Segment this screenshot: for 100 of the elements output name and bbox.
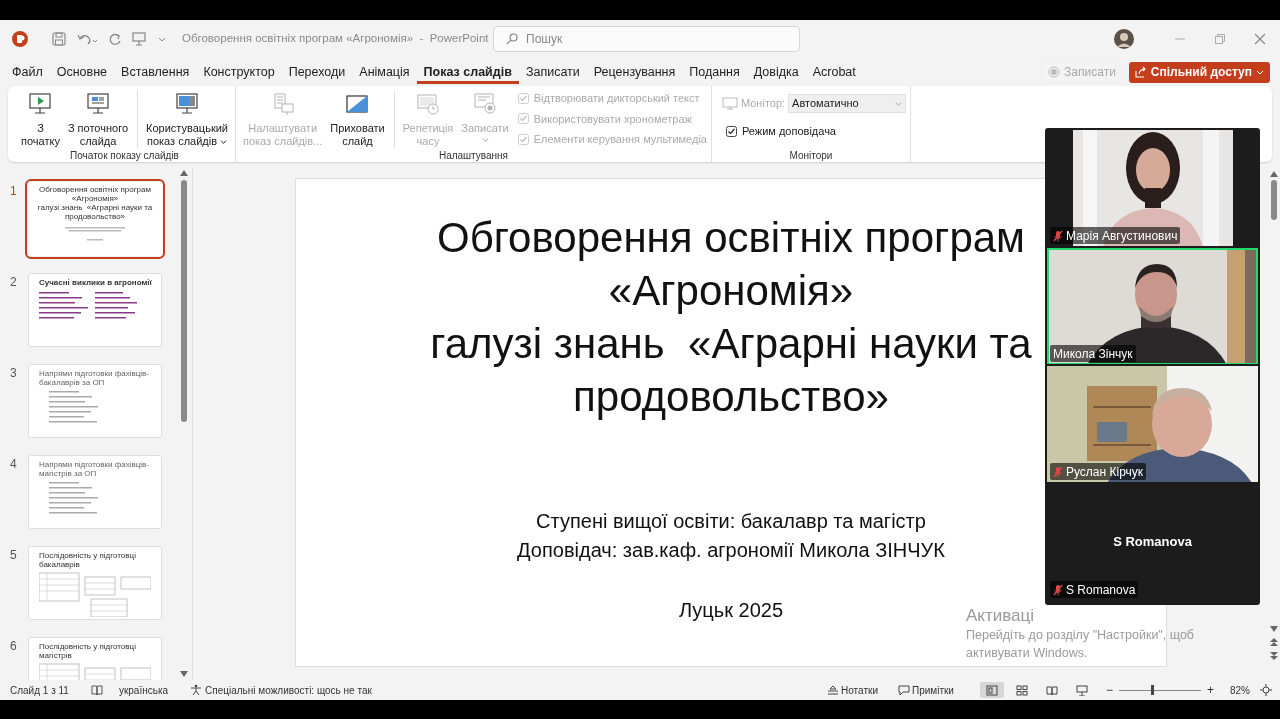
- slide-subtitle: Ступені вищої освіти: бакалавр та магістр Доповідач: зав.каф. агрономії Микола ЗІНЧУК: [517, 509, 945, 563]
- ribbon-button-icon: [85, 92, 111, 116]
- slide-counter: Слайд 1 з 11: [10, 683, 69, 698]
- slide-number: 4: [9, 456, 18, 473]
- undo-icon[interactable]: [76, 32, 98, 46]
- zoom-slider[interactable]: [1118, 684, 1201, 696]
- participant-name: Руслан Кірчук: [1066, 463, 1144, 481]
- monitor-icon: [721, 97, 738, 110]
- spellcheck-icon[interactable]: [90, 684, 103, 696]
- ribbon-group-label: Монітори: [788, 149, 834, 162]
- previous-slide-icon[interactable]: [1270, 637, 1278, 647]
- language-button[interactable]: українська: [118, 682, 169, 698]
- scroll-down-arrow-icon[interactable]: [1270, 626, 1278, 632]
- search-field[interactable]: Пошук: [493, 26, 800, 52]
- ribbon-button[interactable]: З поточного слайда: [64, 90, 132, 148]
- record-icon: [1048, 66, 1061, 78]
- caret-icon: [894, 100, 902, 107]
- ribbon-button[interactable]: З початку: [18, 90, 63, 148]
- next-slide-icon[interactable]: [1270, 651, 1278, 661]
- ribbon-button[interactable]: Користувацький показ слайдів: [137, 90, 231, 148]
- thumbnail-title: Послідовність у підготовці бакалаврів: [39, 551, 137, 569]
- scrollbar-thumb[interactable]: [181, 180, 187, 422]
- comments-button[interactable]: Примітки: [897, 682, 954, 698]
- slide-footer: Луцьк 2025: [679, 595, 783, 625]
- ribbon-tab[interactable]: Записати: [518, 60, 587, 84]
- ribbon-tab[interactable]: Конструктор: [196, 60, 282, 84]
- activation-message: Перейдіть до розділу "Настройки", щоб активувати Windows.: [966, 627, 1194, 662]
- slide-thumbnail[interactable]: Напрями підготовки фахівців-бакалаврів за ОП: [28, 364, 162, 438]
- ribbon-tab[interactable]: Файл: [5, 60, 50, 84]
- ribbon-group-label: Налаштування: [437, 149, 510, 162]
- thumbnail-text-drawing: [49, 391, 99, 423]
- slide-thumbnail[interactable]: Обговорення освітніх програм «Агрономія» галузі знань «Аграрні науки та продовольство»: [28, 182, 162, 256]
- close-icon[interactable]: [1254, 33, 1266, 45]
- thumbnail-title: Напрями підготовки фахівців-бакалаврів за ОП: [39, 369, 151, 387]
- window-title: Обговорення освітніх програм «Агрономія» - PowerPoint: [182, 31, 489, 47]
- notes-button[interactable]: Нотатки: [827, 682, 878, 698]
- ribbon-tab[interactable]: Вставлення: [114, 60, 197, 84]
- normal-view-icon: [985, 684, 998, 696]
- ribbon-group-label: Початок показу слайдів: [69, 149, 180, 162]
- scroll-up-arrow-icon[interactable]: [1270, 171, 1278, 177]
- comment-icon: [897, 684, 910, 696]
- thumbnail-title: Послідовність у підготовці магістрів: [39, 642, 137, 660]
- ribbon-button-icon: [344, 92, 371, 116]
- ribbon-tab[interactable]: Основне: [49, 60, 115, 84]
- save-icon[interactable]: [52, 32, 66, 46]
- slideshow-icon: [1075, 684, 1088, 696]
- slide-title: Обговорення освітніх програм «Агрономія» галузі знань «Аграрні науки та продовольство»: [430, 213, 1032, 422]
- app-logo-icon: [12, 31, 28, 47]
- slide-thumbnail[interactable]: Послідовність у підготовці бакалаврів: [28, 546, 162, 620]
- accessibility-button[interactable]: Спеціальні можливості: щось не так: [190, 682, 372, 698]
- thumbnail-title: Сучасні виклики в агрономії: [39, 278, 153, 287]
- participant-name: Марія Августинович: [1066, 227, 1178, 245]
- ribbon-tab[interactable]: Анімація: [352, 60, 417, 84]
- ribbon-tab[interactable]: Acrobat: [805, 60, 863, 84]
- activation-title: Активаці: [966, 606, 1036, 626]
- ribbon-tab[interactable]: Довідка: [746, 60, 806, 84]
- thumbnail-title: Напрями підготовки фахівців-магістрів за ОП: [39, 460, 151, 478]
- ribbon-tab[interactable]: Рецензування: [586, 60, 683, 84]
- fit-to-window-icon[interactable]: [1260, 684, 1272, 696]
- thumbnail-text-drawing: [49, 482, 99, 514]
- scroll-up-arrow-icon[interactable]: [180, 170, 188, 176]
- slide-thumbnail[interactable]: Послідовність у підготовці магістрів: [28, 637, 162, 680]
- scroll-down-arrow-icon[interactable]: [180, 671, 188, 677]
- ribbon-tab[interactable]: Подання: [682, 60, 747, 84]
- redo-icon[interactable]: [108, 32, 122, 46]
- slide-thumbnail[interactable]: Сучасні виклики в агрономії: [28, 273, 162, 347]
- ribbon-button-icon: [27, 92, 54, 116]
- notes-icon: [827, 685, 840, 695]
- ribbon-button-icon: [174, 92, 200, 116]
- zoom-in-button[interactable]: +: [1206, 681, 1214, 699]
- zoom-slider-thumb[interactable]: [1150, 685, 1154, 695]
- ribbon-button-icon: [415, 92, 441, 116]
- slide-number: 5: [9, 547, 18, 564]
- participant-name: Микола Зінчук: [1053, 345, 1133, 363]
- slide-number: 3: [9, 365, 18, 382]
- participant-name: S Romanova: [1066, 581, 1136, 599]
- zoom-out-button[interactable]: −: [1105, 681, 1113, 699]
- avatar-icon[interactable]: [1114, 29, 1134, 49]
- scrollbar-thumb[interactable]: [1271, 180, 1277, 220]
- ribbon-button[interactable]: Приховати слайд: [327, 90, 388, 148]
- participant-name: S Romanova: [1113, 533, 1192, 552]
- customize-caret-icon[interactable]: [158, 35, 166, 43]
- ribbon-checkbox[interactable]: Режим доповідача: [725, 123, 906, 140]
- share-button[interactable]: Спільний доступ: [1128, 61, 1270, 83]
- reading-view-icon: [1045, 684, 1058, 696]
- thumbnail-text-drawing: [65, 227, 125, 241]
- slide-thumbnail[interactable]: Напрями підготовки фахівців-магістрів за ОП: [28, 455, 162, 529]
- slide-number: 1: [9, 183, 18, 200]
- ribbon-tab[interactable]: Переходи: [281, 60, 353, 84]
- share-icon: [1134, 66, 1147, 78]
- slide-number: 6: [9, 638, 18, 655]
- presentation-icon[interactable]: [132, 32, 146, 46]
- slide-sorter-icon: [1015, 684, 1028, 696]
- accessibility-icon: [190, 684, 203, 696]
- ribbon-button-icon: [472, 92, 498, 116]
- thumbnail-title: Обговорення освітніх програм «Агрономія» галузі знань «Аграрні науки та продовольство»: [37, 185, 153, 221]
- slide-number: 2: [9, 274, 18, 291]
- zoom-level-button[interactable]: 82%: [1230, 682, 1250, 698]
- monitor-label: Монітор:: [740, 96, 786, 112]
- caret-icon: [1256, 68, 1264, 76]
